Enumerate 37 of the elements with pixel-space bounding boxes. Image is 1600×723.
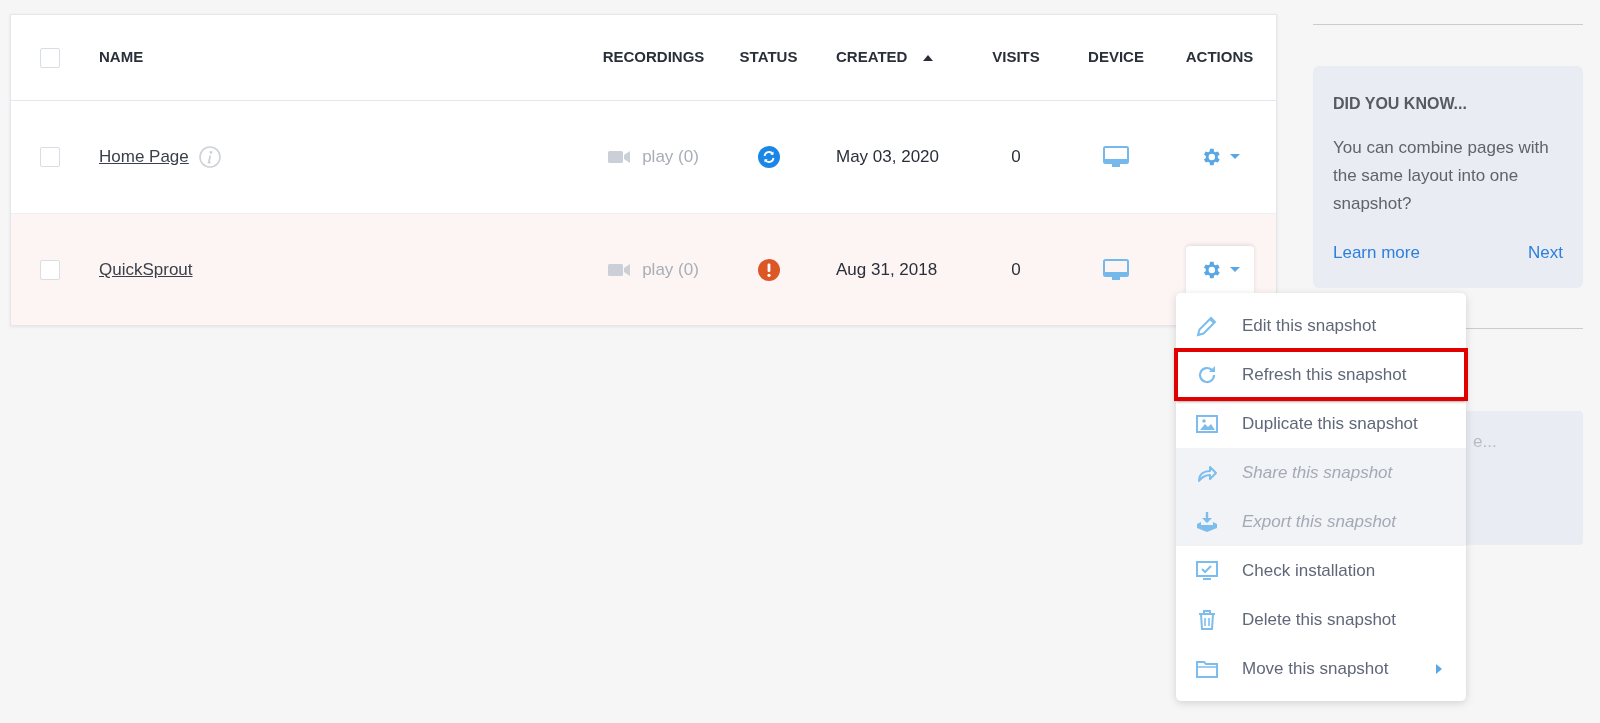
caret-icon xyxy=(1229,154,1240,160)
snapshot-name-link[interactable]: Home Page xyxy=(99,144,189,170)
actions-menu-button[interactable] xyxy=(1185,245,1254,294)
checkbox[interactable] xyxy=(40,147,60,167)
sort-ascending-icon[interactable] xyxy=(923,54,934,61)
video-camera-icon xyxy=(608,150,631,164)
video-camera-icon xyxy=(608,262,631,277)
menu-item[interactable]: Move this snapshot xyxy=(1176,644,1466,693)
visits-count: 0 xyxy=(1011,146,1021,169)
learn-more-link[interactable]: Learn more xyxy=(1333,240,1420,266)
tip-title: DID YOU KNOW... xyxy=(1333,94,1468,114)
column-header: NAME xyxy=(99,47,144,68)
checkbox[interactable] xyxy=(40,47,60,68)
snapshot-name-link[interactable]: QuickSprout xyxy=(99,256,193,283)
menu-item[interactable]: Duplicate this snapshot xyxy=(1176,399,1466,448)
monitor-check-icon xyxy=(1195,558,1219,583)
column-header: ACTIONS xyxy=(1185,47,1254,68)
desktop-icon[interactable] xyxy=(1103,146,1129,168)
tip-text: You can combine pages with the same layout into one snapshot? xyxy=(1333,137,1550,215)
checkbox[interactable] xyxy=(40,259,60,280)
menu-item[interactable]: Delete this snapshot xyxy=(1176,595,1466,644)
caret-icon xyxy=(1229,266,1240,273)
visits-count: 0 xyxy=(1011,258,1021,281)
column-header: RECORDINGS xyxy=(602,47,705,68)
menu-item[interactable]: Check installation xyxy=(1176,546,1466,595)
created-date: May 03, 2020 xyxy=(836,147,939,167)
column-header: VISITS xyxy=(992,47,1040,68)
column-header[interactable]: CREATED xyxy=(836,46,908,69)
download-icon xyxy=(1195,509,1219,534)
menu-item[interactable]: Refresh this snapshot xyxy=(1176,350,1466,399)
desktop-icon[interactable] xyxy=(1103,258,1129,281)
menu-item[interactable]: Edit this snapshot xyxy=(1176,301,1466,350)
column-header: STATUS xyxy=(739,47,798,68)
created-date: Aug 31, 2018 xyxy=(836,259,938,279)
info-icon[interactable] xyxy=(198,146,221,168)
column-header: DEVICE xyxy=(1088,47,1144,68)
next-link[interactable]: Next xyxy=(1528,240,1563,266)
